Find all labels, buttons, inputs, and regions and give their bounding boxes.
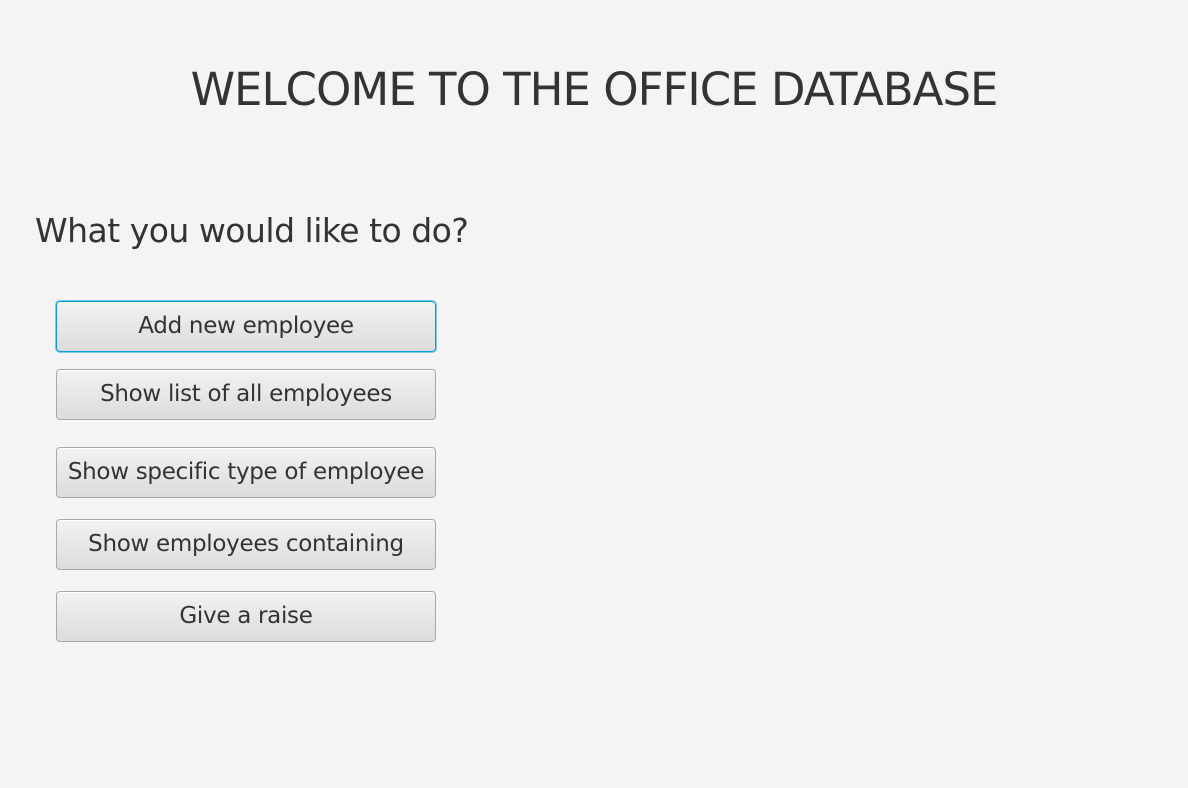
action-prompt: What you would like to do? (35, 211, 469, 250)
add-new-employee-button[interactable]: Add new employee (56, 301, 436, 352)
show-all-employees-button[interactable]: Show list of all employees (56, 369, 436, 420)
show-employee-type-button[interactable]: Show specific type of employee (56, 447, 436, 498)
give-raise-button[interactable]: Give a raise (56, 591, 436, 642)
page-title: WELCOME TO THE OFFICE DATABASE (190, 63, 999, 116)
show-employees-containing-button[interactable]: Show employees containing (56, 519, 436, 570)
